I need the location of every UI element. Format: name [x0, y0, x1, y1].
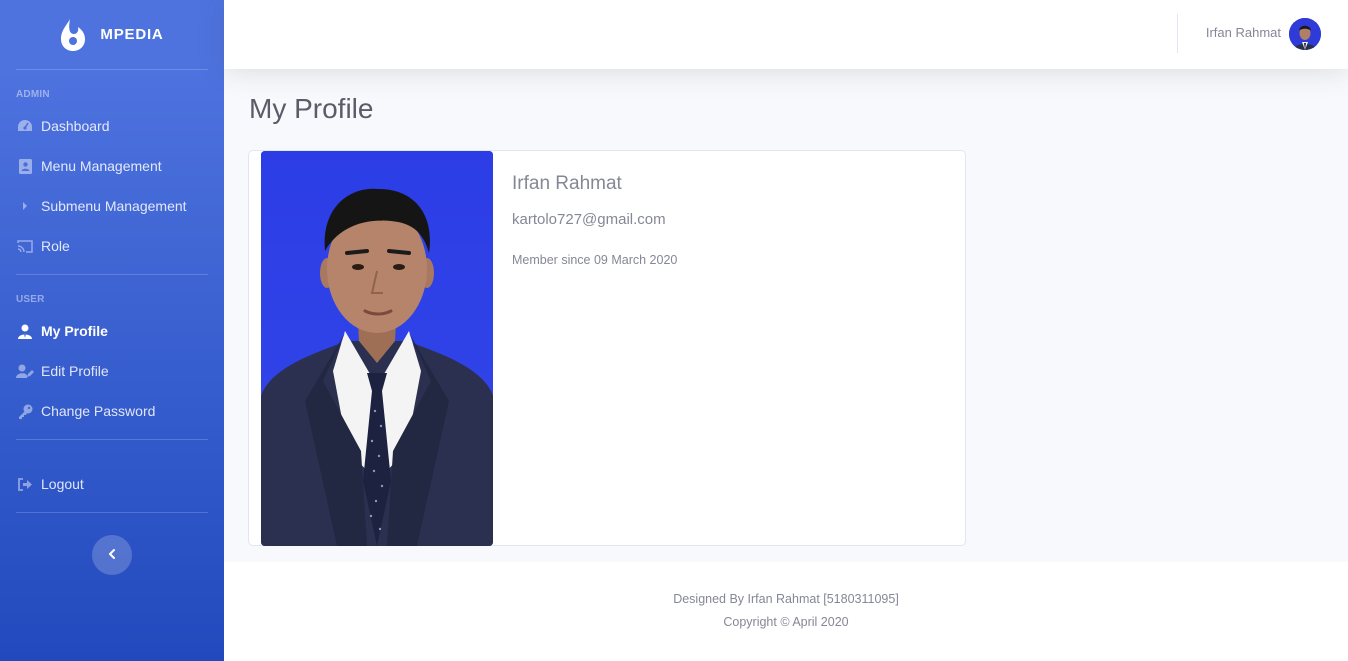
sidebar-item-label: Dashboard — [41, 118, 110, 134]
chromecast-icon — [16, 238, 34, 254]
page-title: My Profile — [249, 93, 374, 124]
sidebar-heading-user: USER — [16, 294, 45, 305]
sidebar-item-label: Logout — [41, 476, 84, 492]
sidebar-item-menu-management[interactable]: Menu Management — [0, 146, 224, 186]
sidebar-divider — [16, 512, 208, 513]
profile-member-since: Member since 09 March 2020 — [512, 253, 678, 267]
sidebar-toggle-button[interactable] — [92, 535, 132, 575]
user-tie-icon — [16, 323, 34, 339]
profile-card: Irfan Rahmat kartolo727@gmail.com Member… — [248, 150, 966, 546]
footer-copyright: Copyright © April 2020 — [723, 615, 849, 629]
address-book-icon — [16, 158, 34, 174]
sidebar-divider — [16, 69, 208, 70]
sidebar-item-label: Edit Profile — [41, 363, 109, 379]
caret-right-icon — [16, 198, 34, 214]
profile-photo — [261, 151, 493, 546]
sidebar: MPEDIA ADMIN Dashboard Menu Management S… — [0, 0, 224, 661]
sidebar-brand[interactable]: MPEDIA — [0, 0, 224, 69]
sidebar-item-label: Submenu Management — [41, 198, 187, 214]
key-icon — [16, 403, 34, 419]
footer: Designed By Irfan Rahmat [5180311095] Co… — [224, 562, 1348, 661]
topbar-divider — [1177, 14, 1178, 53]
sidebar-item-my-profile[interactable]: My Profile — [0, 311, 224, 351]
profile-name: Irfan Rahmat — [512, 173, 622, 194]
sidebar-divider — [16, 274, 208, 275]
sidebar-item-label: Role — [41, 238, 70, 254]
sidebar-item-change-password[interactable]: Change Password — [0, 391, 224, 431]
sign-out-icon — [16, 476, 34, 492]
topbar-user-name[interactable]: Irfan Rahmat — [1206, 25, 1281, 40]
sidebar-item-label: Menu Management — [41, 158, 162, 174]
sidebar-item-submenu-management[interactable]: Submenu Management — [0, 186, 224, 226]
footer-credit: Designed By Irfan Rahmat [5180311095] — [673, 592, 899, 606]
avatar[interactable] — [1289, 18, 1321, 50]
brand-name: MPEDIA — [100, 26, 164, 43]
sidebar-item-role[interactable]: Role — [0, 226, 224, 266]
tachometer-icon — [16, 118, 34, 134]
sidebar-item-label: Change Password — [41, 403, 156, 419]
sidebar-item-label: My Profile — [41, 323, 108, 339]
sidebar-heading-admin: ADMIN — [16, 89, 50, 100]
chevron-left-icon — [108, 546, 116, 564]
laugh-wink-icon — [60, 18, 86, 52]
user-edit-icon — [16, 363, 34, 379]
profile-email: kartolo727@gmail.com — [512, 211, 666, 228]
sidebar-item-logout[interactable]: Logout — [0, 464, 224, 504]
topbar: Irfan Rahmat — [224, 0, 1348, 69]
sidebar-item-edit-profile[interactable]: Edit Profile — [0, 351, 224, 391]
sidebar-item-dashboard[interactable]: Dashboard — [0, 106, 224, 146]
sidebar-divider — [16, 439, 208, 440]
